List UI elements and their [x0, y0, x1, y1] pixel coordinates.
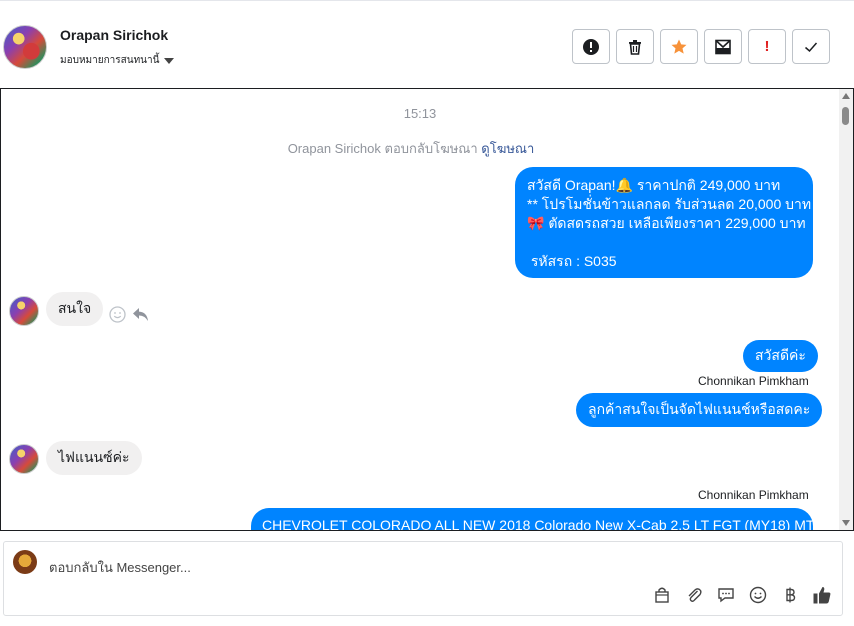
scroll-thumb[interactable]: [842, 107, 849, 125]
customer-message-bubble[interactable]: ไฟแนนซ์ค่ะ: [46, 441, 142, 475]
customer-message-bubble[interactable]: สนใจ: [46, 292, 104, 326]
conversation-header: Orapan Sirichok มอบหมายการสนทนานี้ !: [0, 0, 854, 88]
flag-button[interactable]: !: [748, 29, 786, 64]
attachment-icon[interactable]: [684, 585, 704, 605]
composer-toolbar: [652, 585, 832, 605]
ad-reply-note: Orapan Sirichok ตอบกลับโฆษณา ดูโฆษณา: [1, 138, 821, 159]
payment-baht-icon[interactable]: [780, 585, 800, 605]
alert-circle-icon: [583, 38, 599, 55]
sender-label: Chonnikan Pimkham: [698, 488, 809, 502]
sender-label: Chonnikan Pimkham: [698, 374, 809, 388]
reply-icon[interactable]: [132, 307, 149, 322]
message-composer[interactable]: ตอบกลับใน Messenger...: [3, 541, 843, 616]
mark-spam-button[interactable]: [572, 29, 610, 64]
shop-bag-icon[interactable]: [652, 585, 672, 605]
page-message-bubble[interactable]: CHEVROLET COLORADO ALL NEW 2018 Colorado…: [251, 508, 813, 530]
message-actions: [109, 306, 149, 323]
reply-input[interactable]: ตอบกลับใน Messenger...: [49, 557, 191, 578]
archive-icon: [715, 39, 731, 54]
emoji-icon[interactable]: [748, 585, 768, 605]
star-button[interactable]: [660, 29, 698, 64]
flag-label: !: [764, 38, 770, 55]
contact-name[interactable]: Orapan Sirichok: [60, 27, 168, 43]
page-message-bubble[interactable]: สวัสดี Orapan!🔔 ราคาปกติ 249,000 บาท ** …: [515, 167, 813, 278]
contact-avatar[interactable]: [3, 25, 47, 69]
customer-avatar[interactable]: [9, 444, 39, 474]
scroll-down-icon[interactable]: [842, 520, 850, 526]
delete-button[interactable]: [616, 29, 654, 64]
chat-scrollbar[interactable]: [839, 89, 853, 530]
customer-avatar[interactable]: [9, 296, 39, 326]
view-ad-link[interactable]: ดูโฆษณา: [481, 141, 534, 156]
page-message-bubble[interactable]: สวัสดีค่ะ: [743, 340, 818, 372]
check-icon: [805, 42, 818, 52]
message-thread[interactable]: 15:13 Orapan Sirichok ตอบกลับโฆษณา ดูโฆษ…: [0, 88, 854, 531]
scroll-up-icon[interactable]: [842, 93, 850, 99]
move-to-archive-button[interactable]: [704, 29, 742, 64]
smile-icon[interactable]: [109, 306, 126, 323]
assign-conversation-dropdown[interactable]: มอบหมายการสนทนานี้: [60, 53, 175, 68]
saved-reply-icon[interactable]: [716, 585, 736, 605]
assign-label: มอบหมายการสนทนานี้: [60, 55, 160, 66]
trash-icon: [629, 39, 641, 55]
like-thumb-icon[interactable]: [812, 585, 832, 605]
page-message-bubble[interactable]: ลูกค้าสนใจเป็นจัดไฟแนนช์หรือสดคะ: [576, 393, 823, 427]
star-icon: [671, 39, 687, 54]
chevron-down-icon: [164, 58, 175, 64]
page-avatar: [13, 550, 37, 574]
mark-done-button[interactable]: [792, 29, 830, 64]
message-timestamp: 15:13: [403, 106, 437, 121]
conversation-toolbar: !: [572, 29, 830, 64]
ad-reply-text: Orapan Sirichok ตอบกลับโฆษณา: [287, 141, 482, 156]
